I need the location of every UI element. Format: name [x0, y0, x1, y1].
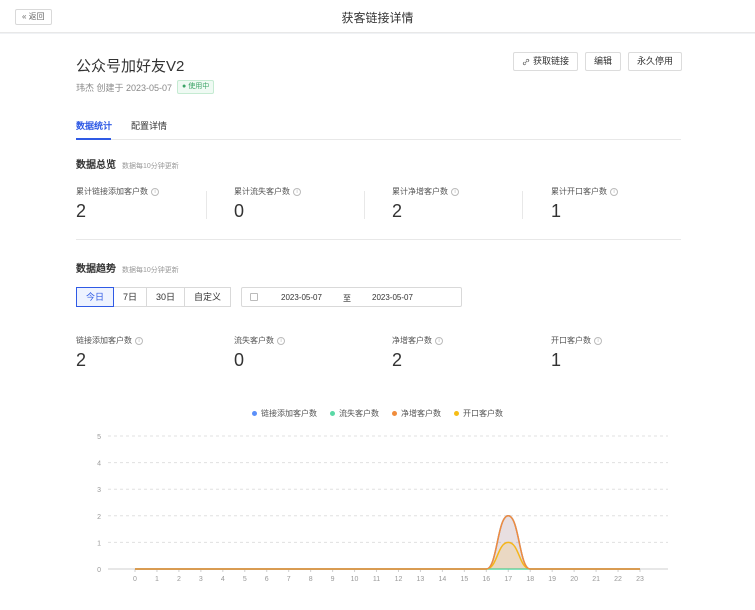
x-tick-label: 6 — [265, 576, 269, 583]
x-tick-label: 2 — [177, 576, 181, 583]
x-tick-label: 13 — [417, 576, 425, 583]
x-tick-label: 20 — [570, 576, 578, 583]
x-tick-label: 23 — [636, 576, 644, 583]
x-tick-label: 0 — [133, 576, 137, 583]
top-bar: « 返回 获客链接详情 — [0, 0, 755, 33]
page-header-title: 获客链接详情 — [341, 11, 414, 25]
y-tick-label: 0 — [97, 567, 101, 574]
x-tick-label: 15 — [460, 576, 468, 583]
x-tick-label: 1 — [155, 576, 159, 583]
main-panel: 公众号加好友V2 玮杰 创建于 2023-05-07 ● 使用中 获取链接 编辑… — [0, 34, 755, 610]
trend-chart: 0123450 1 2 3 4 5 6 7 8 9 10 11 12 13 14 15 16 17 18 19 20 21… — [97, 434, 668, 583]
x-tick-label: 10 — [351, 576, 359, 583]
series-line — [135, 541, 640, 570]
x-tick-label: 14 — [438, 576, 446, 583]
x-tick-label: 7 — [287, 576, 291, 583]
x-tick-label: 22 — [614, 576, 622, 583]
x-tick-label: 12 — [395, 576, 403, 583]
range-today-button[interactable]: 今日 — [76, 287, 115, 307]
y-tick-label: 2 — [97, 514, 101, 521]
x-tick-label: 16 — [482, 576, 490, 583]
x-tick-label: 8 — [309, 576, 313, 583]
y-tick-label: 1 — [97, 540, 101, 547]
y-tick-label: 3 — [97, 487, 101, 494]
x-tick-label: 9 — [331, 576, 335, 583]
y-tick-label: 5 — [97, 434, 101, 441]
y-tick-label: 4 — [97, 461, 101, 468]
x-tick-label: 11 — [373, 576, 380, 583]
x-tick-label: 21 — [592, 576, 600, 583]
x-tick-label: 5 — [243, 576, 247, 583]
series-area — [135, 542, 640, 569]
x-tick-label: 18 — [526, 576, 534, 583]
x-tick-label: 3 — [199, 576, 203, 583]
x-tick-label: 4 — [221, 576, 225, 583]
x-tick-label: 19 — [548, 576, 556, 583]
x-tick-label: 17 — [504, 576, 512, 583]
